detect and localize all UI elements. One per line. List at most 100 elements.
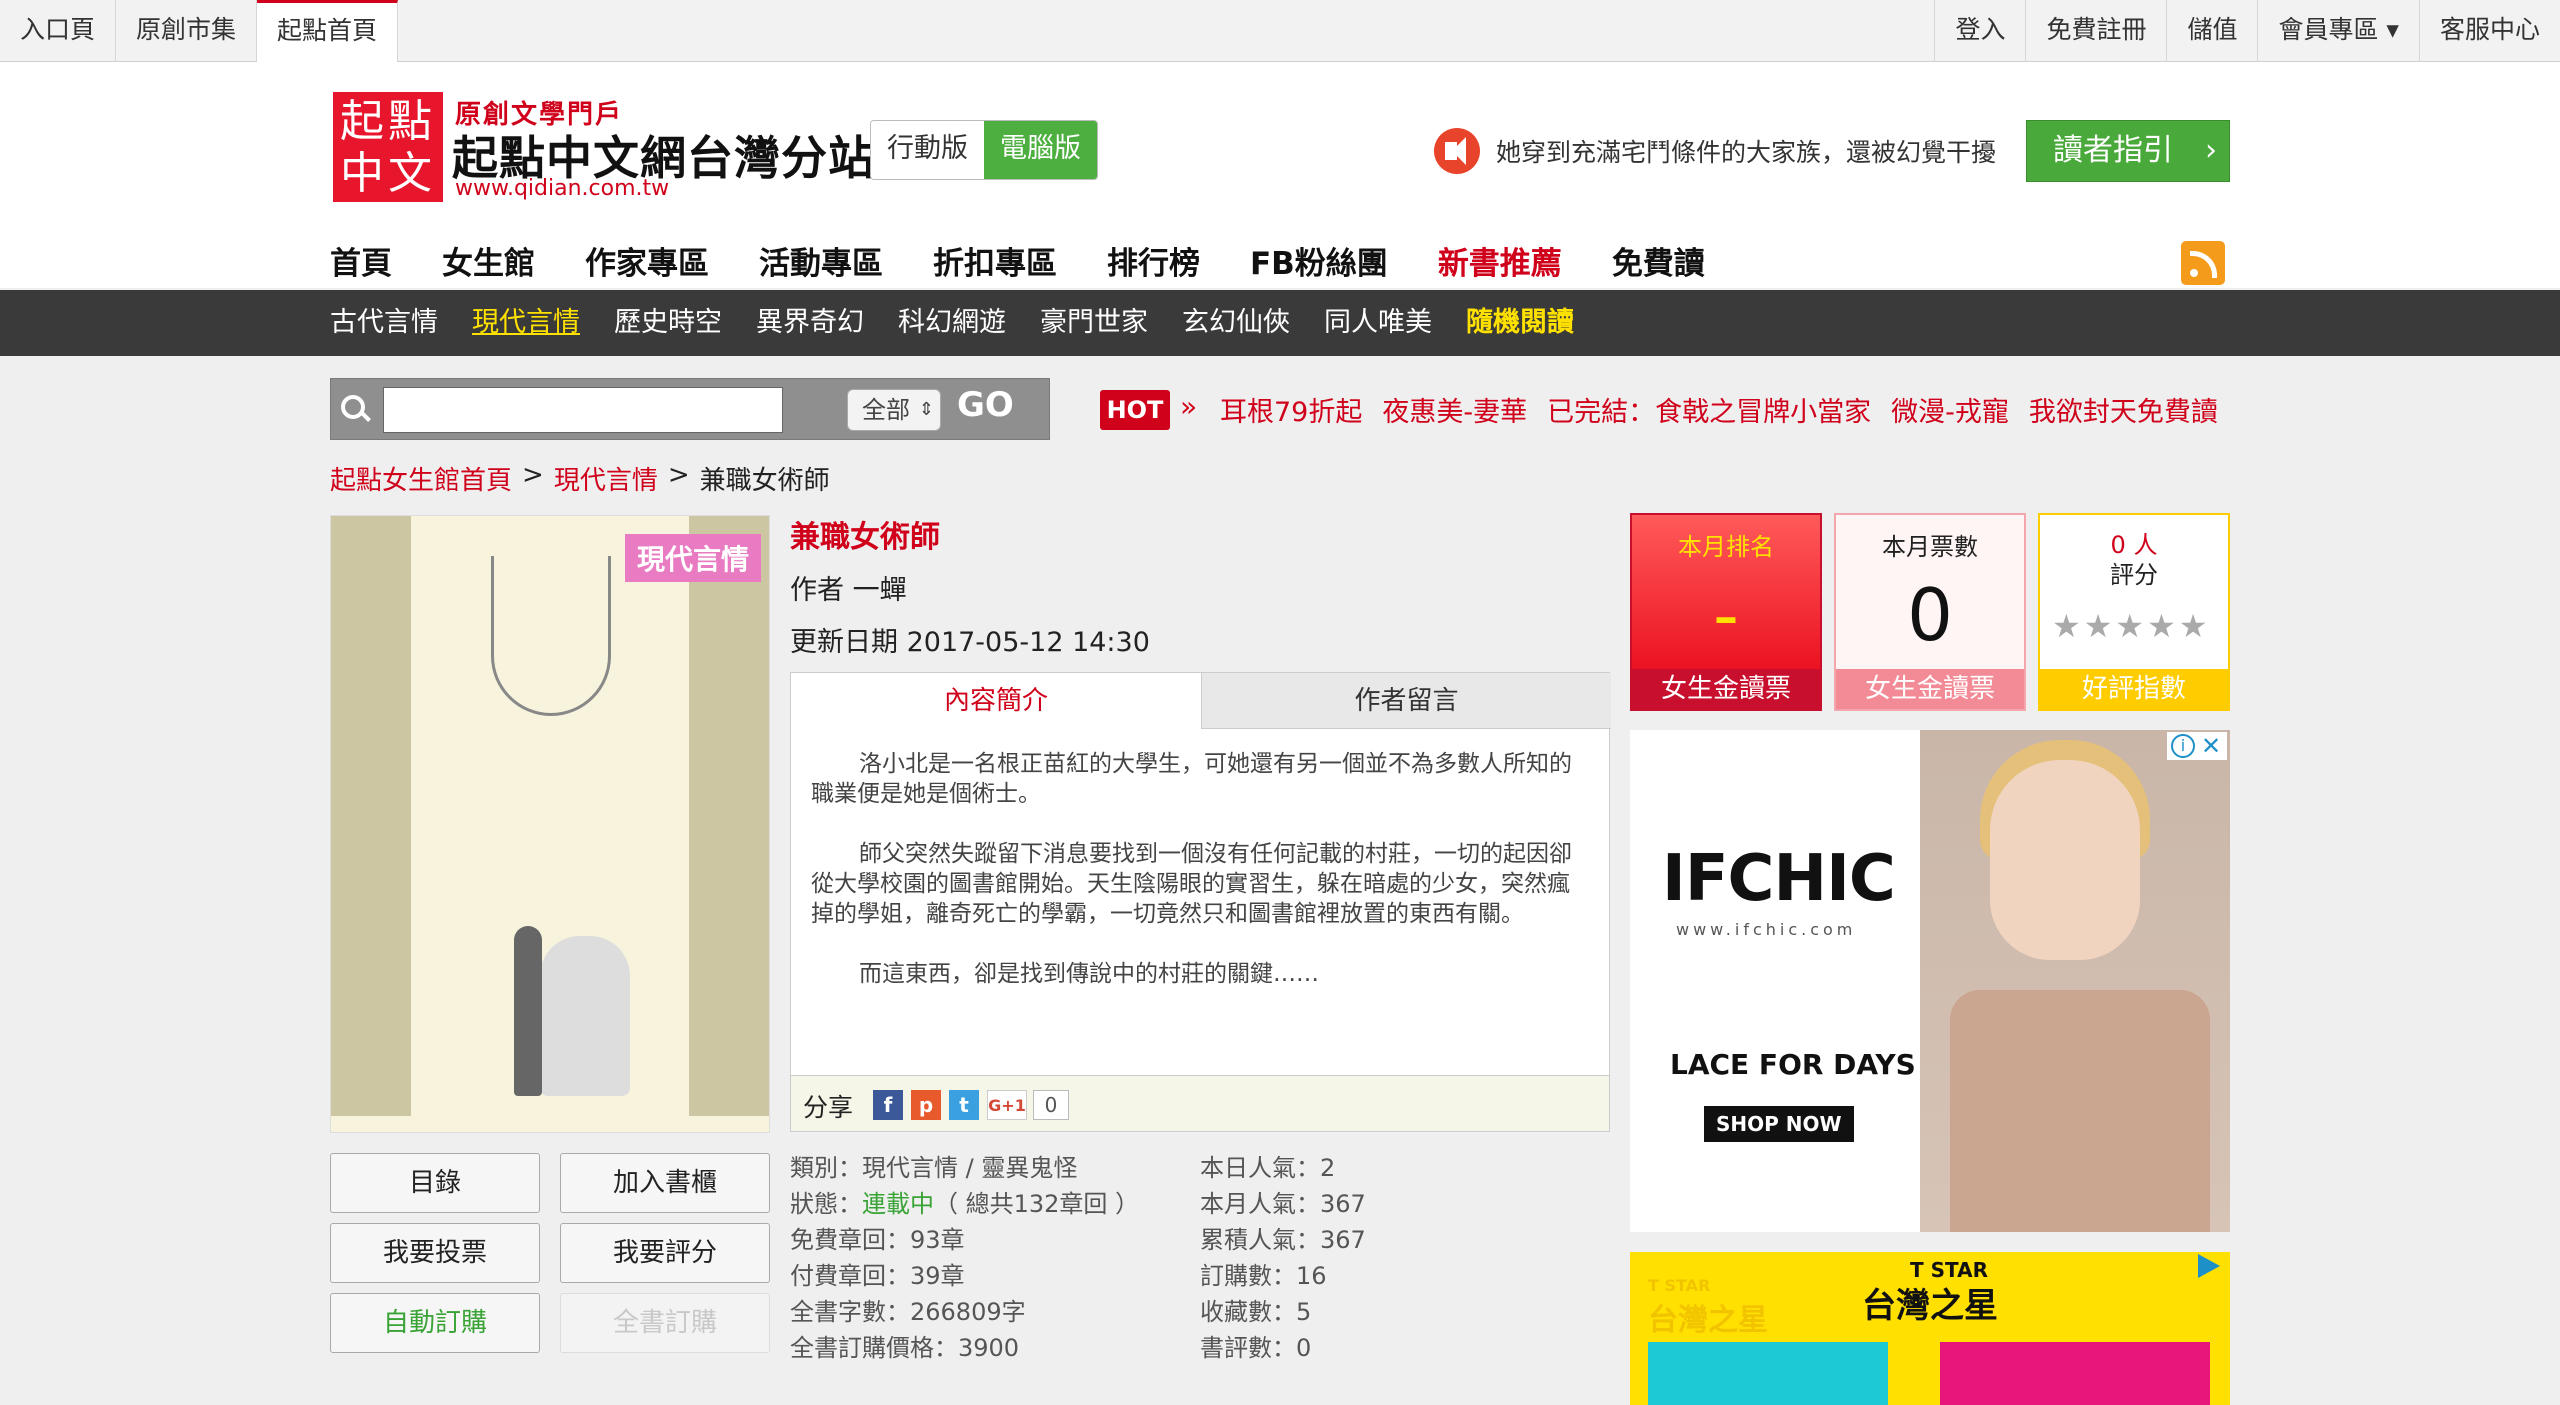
hot-link[interactable]: 已完結：食戟之冒牌小當家	[1547, 390, 1871, 429]
ad-ifchic[interactable]: IFCHIC www.ifchic.com LACE FOR DAYS SHOP…	[1630, 730, 2230, 1232]
auto-subscribe-button[interactable]: 自動訂購	[330, 1293, 540, 1353]
nav-female[interactable]: 女生館	[442, 238, 535, 283]
monthly-votes-card[interactable]: 本月票數 0 女生金讀票	[1834, 513, 2026, 711]
speaker-icon	[1434, 128, 1480, 174]
nav-ranking[interactable]: 排行榜	[1107, 238, 1200, 283]
ad-tagline: LACE FOR DAYS	[1670, 1048, 1916, 1081]
subnav-fanfic[interactable]: 同人唯美	[1324, 290, 1432, 356]
monthly-votes-label: 本月票數	[1882, 533, 1978, 561]
star-icon: ★	[2083, 607, 2113, 645]
top-link-home[interactable]: 起點首頁	[257, 0, 399, 63]
book-popularity: 本日人氣：2 本月人氣：367 累積人氣：367 訂購數：16 收藏數：5 書評…	[1200, 1150, 1366, 1366]
facebook-icon[interactable]: f	[873, 1090, 903, 1120]
twitter-icon[interactable]: t	[949, 1090, 979, 1120]
login-link[interactable]: 登入	[1934, 0, 2025, 62]
top-link-market[interactable]: 原創市集	[116, 0, 258, 62]
subnav-modern[interactable]: 現代言情	[472, 290, 580, 356]
hot-link[interactable]: 我欲封天免費讀	[2029, 390, 2218, 429]
hot-link[interactable]: 夜惠美-妻華	[1382, 390, 1527, 429]
hot-link[interactable]: 微漫-戎寵	[1891, 390, 2009, 429]
detail-paid-chapters: 付費章回：39章	[790, 1262, 965, 1290]
nav-authors[interactable]: 作家專區	[585, 238, 709, 283]
book-updated: 更新日期 2017-05-12 14:30	[790, 627, 1150, 658]
search-input[interactable]	[383, 387, 783, 433]
subnav-fantasy[interactable]: 異界奇幻	[756, 290, 864, 356]
nav-free[interactable]: 免費讀	[1612, 238, 1705, 283]
nav-discount[interactable]: 折扣專區	[933, 238, 1057, 283]
search-category-select[interactable]: 全部 ⇕	[847, 389, 941, 431]
search-bar: 全部 ⇕ GO	[330, 378, 1050, 440]
google-plus-button[interactable]: G+1	[987, 1090, 1027, 1120]
breadcrumb: 起點女生館首頁 > 現代言情 > 兼職女術師	[330, 460, 830, 497]
member-menu[interactable]: 會員專區 ▾	[2257, 0, 2419, 62]
subnav-random[interactable]: 隨機閱讀	[1466, 290, 1574, 356]
breadcrumb-home[interactable]: 起點女生館首頁	[330, 460, 512, 497]
ad-tstar[interactable]: T STAR 台灣之星 T STAR 台灣之星	[1630, 1252, 2230, 1405]
chevron-right-icon: ›	[2205, 133, 2217, 168]
search-go-button[interactable]: GO	[957, 385, 1014, 425]
breadcrumb-separator: >	[522, 460, 544, 490]
search-icon	[341, 395, 365, 419]
popularity-total: 累積人氣：367	[1200, 1226, 1366, 1254]
hot-link[interactable]: 耳根79折起	[1220, 390, 1362, 429]
add-bookshelf-button[interactable]: 加入書櫃	[560, 1153, 770, 1213]
mobile-version-button[interactable]: 行動版	[871, 121, 984, 179]
subnav-xianxia[interactable]: 玄幻仙俠	[1182, 290, 1290, 356]
status-chapters: （ 總共132章回 ）	[934, 1190, 1140, 1218]
close-icon[interactable]: ✕	[2201, 732, 2221, 760]
plurk-icon[interactable]: p	[911, 1090, 941, 1120]
synopsis-paragraph: 洛小北是一名根正苗紅的大學生，可她還有另一個並不為多數人所知的職業便是她是個術士…	[811, 751, 1572, 807]
reader-guide-button[interactable]: 讀者指引 ›	[2026, 120, 2230, 182]
book-cover[interactable]: 現代言情	[330, 515, 770, 1133]
monthly-rank-card[interactable]: 本月排名 - 女生金讀票	[1630, 513, 1822, 711]
star-icon: ★	[2052, 607, 2081, 645]
ad-shop-now-button[interactable]: SHOP NOW	[1704, 1106, 1854, 1142]
ad-choices[interactable]: i ✕	[2167, 732, 2227, 760]
nav-new-books[interactable]: 新書推薦	[1438, 238, 1562, 283]
book-title: 兼職女術師	[790, 520, 940, 555]
nav-fb[interactable]: FB粉絲團	[1250, 238, 1388, 283]
logo-seal[interactable]: 起點中文	[333, 92, 443, 202]
vote-button[interactable]: 我要投票	[330, 1223, 540, 1283]
book-details: 類別：現代言情 / 靈異鬼怪 狀態：連載中（ 總共132章回 ） 免費章回：93…	[790, 1150, 1139, 1366]
updown-arrow-icon: ⇕	[918, 399, 934, 420]
subnav-history[interactable]: 歷史時空	[614, 290, 722, 356]
detail-status: 狀態：連載中（ 總共132章回 ）	[790, 1186, 1139, 1222]
tab-author-note[interactable]: 作者留言	[1201, 673, 1611, 729]
ad-play-icon[interactable]	[2198, 1254, 2220, 1278]
nav-home[interactable]: 首頁	[330, 238, 392, 283]
monthly-rank-label: 本月排名	[1678, 533, 1774, 561]
double-chevron-icon: »	[1180, 390, 1198, 423]
tab-synopsis[interactable]: 內容簡介	[791, 673, 1201, 729]
rating-label: 評分	[2110, 561, 2158, 589]
star-icon: ★	[2178, 607, 2208, 645]
rate-button[interactable]: 我要評分	[560, 1223, 770, 1283]
breadcrumb-category[interactable]: 現代言情	[554, 460, 658, 497]
rating-card[interactable]: 0 人 評分 ★ ★ ★ ★ ★ 好評指數	[2038, 513, 2230, 711]
topup-link[interactable]: 儲值	[2166, 0, 2257, 62]
rating-foot: 好評指數	[2040, 669, 2228, 709]
monthly-rank-foot: 女生金讀票	[1632, 669, 1820, 709]
notice-text[interactable]: 她穿到充滿宅鬥條件的大家族，還被幻覺干擾	[1496, 133, 1996, 169]
info-icon[interactable]: i	[2171, 734, 2195, 758]
subnav-scifi[interactable]: 科幻網遊	[898, 290, 1006, 356]
ad2-photo-right	[1940, 1342, 2210, 1405]
subnav-ancient[interactable]: 古代言情	[330, 290, 438, 356]
ad2-title: 台灣之星	[1862, 1286, 1998, 1326]
top-link-entry[interactable]: 入口頁	[0, 0, 117, 62]
monthly-rank-value: -	[1713, 573, 1739, 657]
book-author: 作者 一蟬	[790, 575, 907, 606]
logo-url: www.qidian.com.tw	[455, 176, 670, 201]
support-link[interactable]: 客服中心	[2418, 0, 2560, 62]
register-link[interactable]: 免費註冊	[2025, 0, 2166, 62]
popularity-today: 本日人氣：2	[1200, 1154, 1336, 1182]
main-nav: 首頁 女生館 作家專區 活動專區 折扣專區 排行榜 FB粉絲團 新書推薦 免費讀	[330, 238, 1755, 283]
subnav-wealthy[interactable]: 豪門世家	[1040, 290, 1148, 356]
toc-button[interactable]: 目錄	[330, 1153, 540, 1213]
nav-events[interactable]: 活動專區	[759, 238, 883, 283]
version-switch: 行動版 電腦版	[870, 120, 1098, 180]
share-bar: 分享 f p t G+1 0	[791, 1075, 1609, 1131]
synopsis-text: 洛小北是一名根正苗紅的大學生，可她還有另一個並不為多數人所知的職業便是她是個術士…	[811, 749, 1591, 1019]
pc-version-button[interactable]: 電腦版	[984, 121, 1097, 179]
rss-icon[interactable]	[2181, 241, 2225, 285]
